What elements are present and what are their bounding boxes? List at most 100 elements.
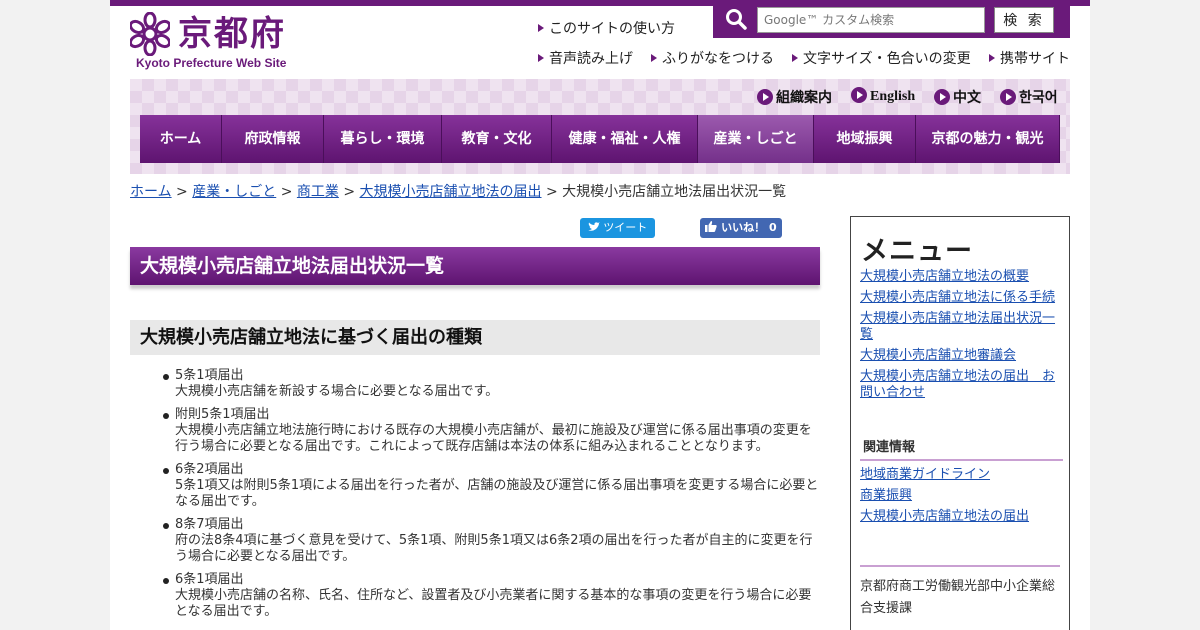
nav-industry-work[interactable]: 産業・しごと	[698, 115, 814, 163]
related-link-notification[interactable]: 大規模小売店舗立地法の届出	[860, 509, 1029, 524]
nav-government-info[interactable]: 府政情報	[222, 115, 324, 163]
nav-kyoto-tourism[interactable]: 京都の魅力・観光	[916, 115, 1060, 163]
list-item: 6条1項届出 大規模小売店舗の名称、氏名、住所など、設置者及び小売業者に関する基…	[155, 572, 823, 620]
sidebar-link-procedures[interactable]: 大規模小売店舗立地法に係る手続	[860, 290, 1055, 305]
item-head: 6条2項届出	[175, 462, 244, 477]
lang-chinese-label: 中文	[953, 90, 981, 106]
lang-english-link[interactable]: English	[851, 87, 915, 105]
sidebar-menu-item: 大規模小売店舗立地法届出状況一覧	[860, 311, 1060, 343]
arrow-circle-icon	[934, 89, 950, 105]
kyoto-crest-icon	[130, 12, 170, 56]
page: 京都府 Kyoto Prefecture Web Site このサイトの使い方 …	[110, 0, 1090, 630]
breadcrumb-separator: >	[176, 184, 188, 200]
lang-english-label: English	[870, 89, 916, 104]
item-body: 5条1項又は附則5条1項による届出を行った者が、店舗の施設及び運営に係る届出事項…	[175, 478, 819, 509]
arrow-icon	[989, 54, 995, 62]
search-input[interactable]	[757, 7, 985, 33]
lang-chinese-link[interactable]: 中文	[934, 87, 981, 107]
lang-korean-label: 한국어	[1019, 90, 1058, 106]
logo-subtitle: Kyoto Prefecture Web Site	[136, 56, 287, 70]
item-body: 府の法8条4項に基づく意見を受けて、5条1項、附則5条1項又は6条2項の届出を行…	[175, 533, 813, 564]
sidebar-link-status-list[interactable]: 大規模小売店舗立地法届出状況一覧	[860, 311, 1055, 342]
item-head: 附則5条1項届出	[175, 407, 270, 422]
lang-korean-link[interactable]: 한국어	[1000, 87, 1058, 107]
facebook-like-button[interactable]: いいね！ 0	[700, 218, 782, 238]
sidebar-link-council[interactable]: 大規模小売店舗立地審議会	[860, 348, 1016, 363]
breadcrumb-separator: >	[545, 184, 558, 200]
nav-education-culture[interactable]: 教育・文化	[442, 115, 552, 163]
related-links-list: 地域商業ガイドライン 商業振興 大規模小売店舗立地法の届出	[860, 467, 1060, 530]
related-item: 地域商業ガイドライン	[860, 467, 1060, 483]
search-bar: 検 索	[713, 0, 1070, 38]
org-guide-label: 組織案内	[776, 90, 832, 106]
list-item: 附則5条1項届出 大規模小売店舗立地法施行時における既存の大規模小売店舗が、最初…	[155, 407, 823, 455]
list-item: 6条2項届出 5条1項又は附則5条1項による届出を行った者が、店舗の施設及び運営…	[155, 462, 823, 510]
department-name: 京都府商工労働観光部中小企業総合支援課	[860, 579, 1056, 616]
like-label: いいね！ 0	[721, 221, 777, 234]
breadcrumb-home[interactable]: ホーム	[130, 184, 172, 200]
nav-regional-development[interactable]: 地域振興	[814, 115, 916, 163]
breadcrumb-current: 大規模小売店舗立地法届出状況一覧	[562, 184, 787, 200]
list-item: 5条1項届出 大規模小売店舗を新設する場合に必要となる届出です。	[155, 368, 823, 400]
arrow-circle-icon	[757, 89, 773, 105]
furigana-label: ふりがなをつける	[662, 51, 774, 67]
related-item: 大規模小売店舗立地法の届出	[860, 509, 1060, 525]
sidebar-link-inquiry[interactable]: 大規模小売店舗立地法の届出 お問い合わせ	[860, 369, 1055, 400]
breadcrumb-separator: >	[280, 184, 293, 200]
breadcrumb: ホーム > 産業・しごと > 商工業 > 大規模小売店舗立地法の届出 > 大規模…	[130, 181, 786, 201]
thumbs-up-icon	[705, 221, 717, 232]
sidebar-divider	[860, 565, 1060, 567]
global-nav: ホーム 府政情報 暮らし・環境 教育・文化 健康・福祉・人権 産業・しごと 地域…	[140, 115, 1060, 163]
nav-health-welfare[interactable]: 健康・福祉・人権	[552, 115, 698, 163]
sidebar-link-overview[interactable]: 大規模小売店舗立地法の概要	[860, 269, 1029, 284]
sidebar-menu-item: 大規模小売店舗立地法の概要	[860, 269, 1060, 285]
site-usage-label: このサイトの使い方	[549, 21, 675, 37]
related-info-heading: 関連情報	[860, 436, 1063, 461]
list-item: 8条7項届出 府の法8条4項に基づく意見を受けて、5条1項、附則5条1項又は6条…	[155, 517, 823, 565]
breadcrumb-notification[interactable]: 大規模小売店舗立地法の届出	[360, 184, 542, 200]
furigana-link[interactable]: ふりがなをつける	[651, 48, 774, 68]
sidebar: メニュー 大規模小売店舗立地法の概要 大規模小売店舗立地法に係る手続 大規模小売…	[850, 216, 1070, 630]
item-body: 大規模小売店舗を新設する場合に必要となる届出です。	[175, 384, 499, 399]
notification-types-list: 5条1項届出 大規模小売店舗を新設する場合に必要となる届出です。 附則5条1項届…	[155, 368, 823, 627]
arrow-icon	[792, 54, 798, 62]
breadcrumb-industry[interactable]: 産業・しごと	[192, 184, 276, 200]
related-item: 商業振興	[860, 488, 1060, 504]
arrow-circle-icon	[851, 87, 867, 103]
item-head: 6条1項届出	[175, 572, 244, 587]
item-body: 大規模小売店舗の名称、氏名、住所など、設置者及び小売業者に関する基本的な事項の変…	[175, 588, 812, 619]
search-button[interactable]: 検 索	[994, 7, 1054, 33]
sidebar-menu-item: 大規模小売店舗立地法の届出 お問い合わせ	[860, 369, 1060, 401]
twitter-bird-icon	[587, 222, 600, 231]
tweet-label: ツイート	[603, 221, 648, 234]
org-guide-link[interactable]: 組織案内	[757, 87, 832, 107]
related-link-commerce[interactable]: 商業振興	[860, 488, 912, 503]
item-head: 5条1項届出	[175, 368, 244, 383]
arrow-circle-icon	[1000, 89, 1016, 105]
arrow-icon	[538, 54, 544, 62]
sidebar-menu-item: 大規模小売店舗立地法に係る手続	[860, 290, 1060, 306]
site-usage-link[interactable]: このサイトの使い方	[538, 18, 675, 38]
sidebar-menu-list: 大規模小売店舗立地法の概要 大規模小売店舗立地法に係る手続 大規模小売店舗立地法…	[860, 269, 1060, 406]
mobile-site-label: 携帯サイト	[1000, 51, 1070, 67]
breadcrumb-separator: >	[343, 184, 356, 200]
breadcrumb-commerce[interactable]: 商工業	[297, 184, 339, 200]
nav-living-environment[interactable]: 暮らし・環境	[324, 115, 442, 163]
related-link-guideline[interactable]: 地域商業ガイドライン	[860, 467, 990, 482]
tweet-button[interactable]: ツイート	[580, 218, 655, 238]
site-logo[interactable]: 京都府 Kyoto Prefecture Web Site	[130, 10, 300, 72]
arrow-icon	[538, 24, 544, 32]
arrow-icon	[651, 54, 657, 62]
page-title: 大規模小売店舗立地法届出状況一覧	[130, 247, 820, 285]
text-to-speech-link[interactable]: 音声読み上げ	[538, 48, 633, 68]
sidebar-menu-title: メニュー	[861, 236, 973, 267]
item-body: 大規模小売店舗立地法施行時における既存の大規模小売店舗が、最初に施設及び運営に係…	[175, 423, 812, 454]
text-to-speech-label: 音声読み上げ	[549, 51, 633, 67]
text-size-color-link[interactable]: 文字サイズ・色合いの変更	[792, 48, 971, 68]
logo-name: 京都府	[178, 14, 286, 54]
text-size-color-label: 文字サイズ・色合いの変更	[803, 51, 971, 67]
nav-home[interactable]: ホーム	[140, 115, 222, 163]
search-icon	[726, 9, 747, 30]
mobile-site-link[interactable]: 携帯サイト	[989, 48, 1070, 68]
item-head: 8条7項届出	[175, 517, 244, 532]
